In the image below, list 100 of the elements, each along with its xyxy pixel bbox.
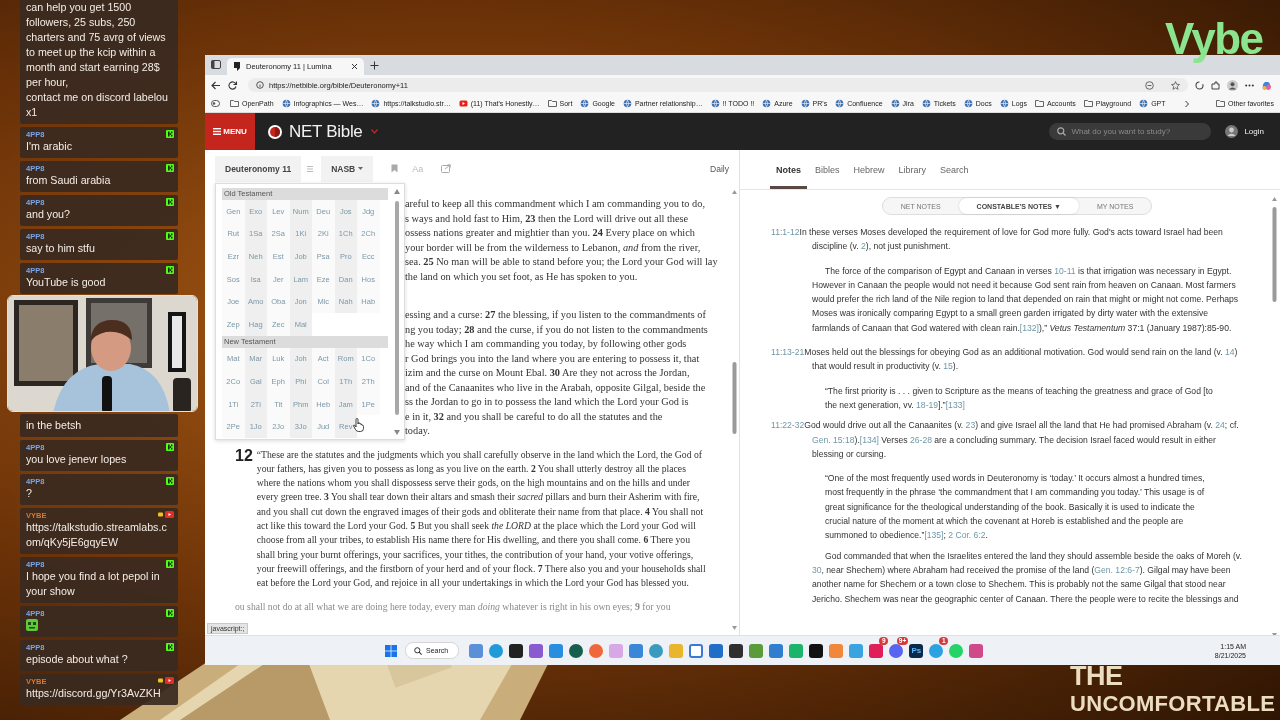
globe-icon <box>890 99 900 108</box>
note-text: 11:13-21Moses held out the blessings for obeying God as an additional motivation. God would send rain on the land (v. 14) that would result in productivity (v. 15). <box>771 346 1239 374</box>
copilot-icon[interactable] <box>1261 79 1272 91</box>
caret-icon <box>358 167 364 170</box>
menu-button[interactable]: MENU <box>205 113 255 150</box>
close-icon[interactable] <box>351 63 358 70</box>
site-brand[interactable]: NET Bible <box>289 121 363 142</box>
message-text: I'm arabic <box>26 139 73 154</box>
reference-link[interactable]: 2 Cor. 6:2 <box>948 530 986 541</box>
new-tab-icon[interactable] <box>370 61 379 70</box>
scrollbar[interactable] <box>732 190 737 630</box>
show-title: UNCOMFORTABLE <box>1070 690 1276 718</box>
scrollbar[interactable] <box>1272 197 1277 635</box>
reference-link[interactable]: [134] <box>859 434 879 445</box>
message-text: can help you get 1500 followers, 25 subs, 250 charters and 75 avrg of views to meet up the kcip within a month and start earning 28$ per hour, contact me on discord labelou x1 <box>26 0 169 120</box>
version-selector[interactable]: NASB <box>321 155 374 182</box>
profile-icon[interactable] <box>1227 79 1238 91</box>
chevron-right-icon[interactable] <box>1184 99 1191 108</box>
verse-reference-link[interactable]: 11:22-32 <box>771 420 805 431</box>
bookmark-icon[interactable] <box>391 164 399 173</box>
verse-text: ng you today; 28 and the curse, if you do not listen to the commandments <box>405 322 708 337</box>
star-icon[interactable] <box>1171 80 1180 90</box>
verse-text: s ways and hold fast to Him, 23 then the Lord will drive out all these <box>405 211 689 226</box>
note-text: 11:22-32God would drive out all the Canaanites (v. 23) and give Israel all the land that He had promised Abraham (v. 24; cf. Gen. 15:18).[134] Verses 26-28 are a concluding summary. The decision Israel faced would result in either blessing or cursing. <box>771 419 1240 461</box>
verse-text: the land on which you set foot, as He has spoken to you. <box>405 269 638 284</box>
globe-icon <box>963 99 973 108</box>
search-icon <box>1057 127 1067 136</box>
chapter-number: 12 <box>235 447 253 464</box>
tab[interactable]: Search <box>934 150 975 189</box>
reference-link[interactable]: 10-11 <box>1054 265 1076 276</box>
logo-icon <box>267 123 283 140</box>
reference-link[interactable]: 30 <box>812 564 822 575</box>
taskbar-app[interactable] <box>729 643 744 658</box>
share-icon[interactable] <box>441 164 452 173</box>
taskbar-app[interactable] <box>509 643 524 658</box>
folder-icon <box>1216 99 1226 108</box>
sync-icon[interactable] <box>1195 80 1204 90</box>
verse-text: “These are the statutes and the judgments which you shall carefully observe in the land which the Lord, the God of your fathers, has given you to possess as long as you live on the earth. 2 You shall utterly destroy all the places where the nations whom you shall dispossess serve their gods, on the high mountains and on the hills and under every green tree. 3 You shall tear down their altars and smash their sacred pillars and burn their Asherim with fire, and you shall cut down the engraved images of their gods and obliterate their name from that place. 4 You shall not act like this toward the Lord your God. 5 But you shall seek the LORD at the place which the Lord your God will choose from all your tribes, to establish His name there for His dwelling, and there you shall come. 6 There you shall bring your burnt offerings, your sacrifices, your tithes, the contribution of your hand, your votive offerings, your freewill offerings, and the firstborn of your herd and of your flock. 7 There also you and your households shall eat before the Lord your God, and rejoice in all your undertakings in which the Lord your God has blessed you. <box>256 447 707 591</box>
reference-link[interactable]: 14 <box>1225 347 1235 358</box>
message-text: in the betsh <box>26 418 83 433</box>
reference-link[interactable]: 2 <box>861 241 866 252</box>
globe-icon <box>371 99 381 108</box>
font-size-button[interactable]: Aa <box>412 163 424 174</box>
note-text: God commanded that when the Israelites entered the land they should assemble beside the oaks of Moreh (v. 30, near Shechem) where Abraham had received the promise of the land (Gen. 12:6-7). Gilgal may have been another name for Shechem or a town close to Shechem. This is probably not the same Gilgal that stood near Jericho. Shechem was near the geographic center of Canaan. There the people were to recite the blessings and <box>811 549 1243 606</box>
message-text: https://talkstudio.streamlabs.com/qKy5jE6gqyEW <box>26 520 168 550</box>
tab[interactable]: Bibles <box>809 150 846 189</box>
grip-icon[interactable] <box>307 165 314 172</box>
globe-icon <box>999 99 1009 108</box>
reference-link[interactable]: 18-19 <box>916 399 939 410</box>
caret-icon[interactable] <box>370 129 378 134</box>
verse-text: and of the Canaanites who live in the Arabah, opposite Gilgal, beside the <box>405 380 706 395</box>
start-icon[interactable] <box>385 644 397 657</box>
verse-text: izim and the curse on Mount Ebal. 30 Are they not across the Jordan, <box>405 366 690 380</box>
taskbar-app[interactable] <box>569 643 584 658</box>
reference-link[interactable]: 15 <box>943 361 953 372</box>
verse-reference-link[interactable]: 11:1-12 <box>771 227 800 237</box>
message-text: YouTube is good <box>26 275 107 290</box>
globe-icon <box>835 99 845 108</box>
avatar-icon[interactable] <box>1225 125 1239 138</box>
globe-icon <box>921 99 931 108</box>
globe-icon <box>762 99 772 108</box>
verse-text: ossess nations greater and mightier than you. 24 Every place on which <box>405 226 695 240</box>
search-icon <box>414 646 422 655</box>
badge-icons <box>158 677 174 684</box>
verse-reference-link[interactable]: 11:13-21 <box>771 347 805 358</box>
more-icon[interactable] <box>1245 83 1254 87</box>
note-text: “One of the most frequently used words in Deuteronomy is ‘today.’ It occurs almost a hundred times, most frequently in the phrase ‘the commandment that I am commanding you today.’ This usage is of great significance for the theological understanding of the book. Basically it is used to indicate the crucial nature of the moment at which the covenant at Horeb is established and the people are summoned to obedience.”[135]; 2 Cor. 6:2. <box>824 472 1206 543</box>
verse-text: he way which I am commanding you today, by following other gods <box>405 337 687 351</box>
refresh-icon[interactable] <box>228 80 237 90</box>
folder-icon <box>230 99 239 108</box>
tab[interactable]: Hebrew <box>847 150 891 189</box>
taskbar-app[interactable]: Ps <box>909 643 924 658</box>
kick-badge-icon <box>166 643 174 651</box>
tab[interactable]: Library <box>892 150 933 189</box>
kick-badge-icon <box>166 164 174 172</box>
back-icon[interactable] <box>211 80 221 90</box>
tab-actions-icon[interactable] <box>211 60 221 69</box>
book-selector[interactable]: Deuteronomy 11 <box>215 155 302 182</box>
taskbar-app[interactable] <box>809 643 824 658</box>
verse-text: essing and a curse: 27 the blessing, if you listen to the commandments of <box>405 308 706 322</box>
extensions-icon[interactable] <box>1211 80 1220 90</box>
tab[interactable]: Notes <box>770 150 807 189</box>
reader-icon[interactable] <box>1145 80 1154 90</box>
folder-icon <box>1083 99 1093 108</box>
verse-text: areful to keep all this commandment which I am commanding you to do, <box>405 197 705 211</box>
kick-badge-icon <box>166 130 174 138</box>
reference-link[interactable]: 24 <box>1215 420 1225 431</box>
reference-link[interactable]: [133] <box>945 399 965 410</box>
reference-link[interactable]: [135] <box>924 530 944 541</box>
search-field[interactable]: What do you want to study? <box>1049 123 1212 140</box>
show-title: THE <box>1070 662 1123 690</box>
globe-icon <box>580 99 590 108</box>
globe-icon <box>710 99 720 108</box>
reference-link[interactable]: Gen. 15:18 <box>812 434 855 445</box>
reference-link[interactable]: 26-28 <box>909 434 932 445</box>
collections-icon[interactable] <box>211 100 220 107</box>
reference-link[interactable]: Gen. 12:6-7 <box>1094 564 1140 575</box>
login-link[interactable]: Login <box>1244 127 1264 136</box>
daily-link[interactable]: Daily <box>710 163 729 174</box>
scrollbar[interactable] <box>394 189 400 435</box>
